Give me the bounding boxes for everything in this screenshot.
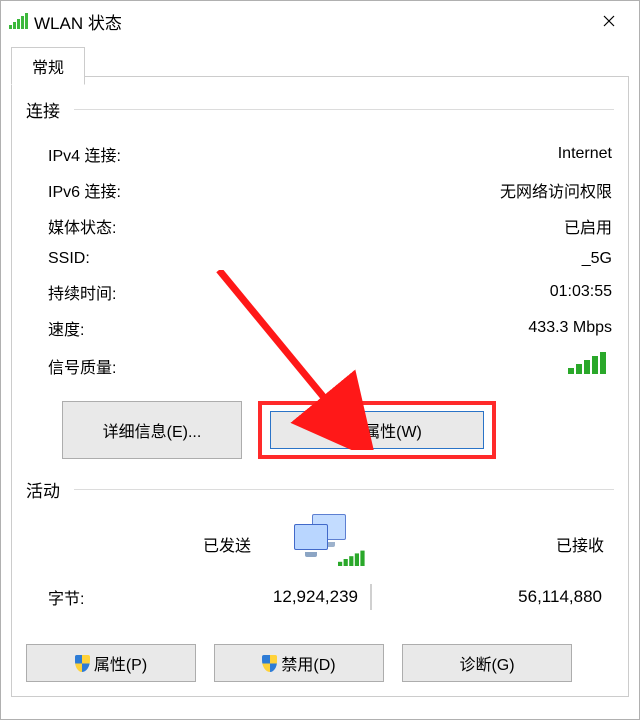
ssid-value: _5G: [158, 250, 614, 268]
section-activity-head: 活动: [26, 477, 614, 502]
speed-label: 速度:: [48, 316, 158, 340]
activity-signal-icon: [338, 551, 365, 566]
activity-heading: 活动: [26, 477, 74, 502]
bytes-label: 字节:: [48, 585, 128, 609]
media-state-label: 媒体状态:: [48, 214, 158, 238]
tabstrip: 常规: [11, 41, 629, 77]
close-icon: [603, 15, 615, 27]
diagnose-button[interactable]: 诊断(G): [402, 644, 572, 682]
wlan-signal-icon: [9, 13, 28, 29]
tabpanel-general: 连接 IPv4 连接: Internet IPv6 连接: 无网络访问权限 媒体…: [11, 77, 629, 697]
bytes-recv-value: 56,114,880: [372, 587, 614, 607]
signal-bars-icon: [568, 352, 606, 374]
wireless-properties-button[interactable]: 无线属性(W): [270, 411, 484, 449]
window-title: WLAN 状态: [34, 9, 122, 34]
details-button[interactable]: 详细信息(E)...: [62, 401, 242, 459]
annotation-highlight: 无线属性(W): [258, 401, 496, 459]
monitor-front-icon: [294, 524, 328, 550]
shield-icon: [262, 655, 277, 672]
diagnose-button-label: 诊断(G): [459, 651, 514, 675]
signal-quality-label: 信号质量:: [48, 354, 158, 378]
ipv4-value: Internet: [158, 145, 614, 163]
properties-button[interactable]: 属性(P): [26, 644, 196, 682]
section-connection-head: 连接: [26, 97, 614, 122]
bytes-sent-value: 12,924,239: [128, 587, 370, 607]
activity-icon: [279, 520, 379, 568]
ssid-label: SSID:: [48, 250, 158, 268]
ipv4-label: IPv4 连接:: [48, 142, 158, 166]
bytes-row: 字节: 12,924,239 56,114,880: [26, 574, 614, 610]
connection-buttons-row: 详细信息(E)... 无线属性(W): [26, 387, 614, 471]
tab-general[interactable]: 常规: [11, 47, 85, 85]
close-button[interactable]: [587, 5, 631, 37]
shield-icon: [75, 655, 90, 672]
sent-label: 已发送: [26, 532, 279, 556]
ipv6-label: IPv6 连接:: [48, 178, 158, 202]
titlebar: WLAN 状态: [1, 1, 639, 41]
activity-columns: 已发送 已接收: [26, 518, 614, 574]
signal-quality-value: [158, 352, 614, 379]
bottom-actions: 属性(P) 禁用(D) 诊断(G): [26, 644, 614, 682]
speed-value: 433.3 Mbps: [158, 319, 614, 337]
disable-button[interactable]: 禁用(D): [214, 644, 384, 682]
media-state-value: 已启用: [158, 214, 614, 238]
duration-label: 持续时间:: [48, 280, 158, 304]
connection-heading: 连接: [26, 97, 74, 122]
disable-button-label: 禁用(D): [281, 651, 335, 675]
received-label: 已接收: [379, 532, 614, 556]
duration-value: 01:03:55: [158, 283, 614, 301]
properties-button-label: 属性(P): [94, 651, 147, 675]
ipv6-value: 无网络访问权限: [158, 178, 614, 202]
